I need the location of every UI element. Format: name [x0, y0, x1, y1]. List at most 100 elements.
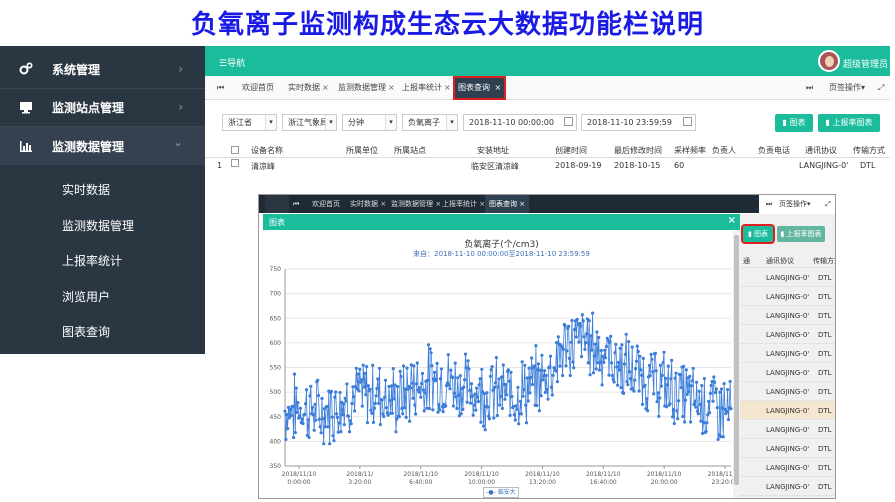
- data-point: [333, 395, 337, 399]
- fullscreen-icon[interactable]: ⤢: [878, 76, 884, 100]
- table-row[interactable]: LANGJING-0' DTL: [740, 439, 835, 458]
- tab-scroll-left-icon[interactable]: ⏮: [293, 195, 299, 213]
- row-checkbox[interactable]: [231, 159, 239, 167]
- column-header[interactable]: 最后修改时间: [614, 145, 662, 156]
- data-point: [646, 409, 650, 413]
- data-point: [543, 390, 547, 394]
- tab-report-rate[interactable]: 上报率统计 ×: [402, 76, 451, 100]
- close-icon[interactable]: ×: [728, 215, 736, 226]
- data-point: [448, 387, 452, 391]
- table-row[interactable]: 1 清凉峰 临安区清凉峰 2018-09-19 2018-10-15 60 LA…: [205, 158, 890, 178]
- data-point: [418, 386, 422, 390]
- table-row[interactable]: LANGJING-0' DTL: [740, 382, 835, 401]
- sidebar-item-system[interactable]: 系统管理 ›: [0, 50, 205, 88]
- tab-report-rate[interactable]: 上报率统计 ×: [442, 195, 485, 213]
- tab-welcome[interactable]: 欢迎首页: [312, 195, 340, 213]
- table-row[interactable]: LANGJING-0' DTL: [740, 477, 835, 496]
- column-header[interactable]: 设备名称: [251, 145, 283, 156]
- column-header[interactable]: 安装地址: [477, 145, 509, 156]
- column-header[interactable]: 通讯协议: [805, 145, 837, 156]
- interval-select[interactable]: 分钟 ▾: [342, 114, 397, 131]
- tab-realtime[interactable]: 实时数据 ×: [288, 76, 329, 100]
- province-select[interactable]: 浙江省 ▾: [222, 114, 277, 131]
- data-point: [719, 387, 724, 391]
- table-row[interactable]: LANGJING-0' DTL: [740, 420, 835, 439]
- chart-button[interactable]: ▮ 图表: [741, 224, 775, 244]
- cell-protocol: LANGJING-0': [766, 445, 810, 453]
- sidebar-item-data[interactable]: 监测数据管理 ⌄: [0, 127, 205, 165]
- avatar[interactable]: [818, 50, 840, 72]
- column-header[interactable]: 负责电话: [758, 145, 790, 156]
- chevron-down-icon: ▾: [446, 115, 457, 130]
- table-row[interactable]: LANGJING-0' DTL: [740, 401, 835, 420]
- report-chart-button[interactable]: ▮ 上报率图表: [777, 226, 825, 242]
- tab-welcome[interactable]: 欢迎首页: [242, 76, 274, 100]
- end-time-input[interactable]: 2018-11-10 23:59:59: [581, 114, 696, 131]
- nav-toggle[interactable]: ☰导航: [219, 56, 245, 69]
- chevron-down-icon: ▾: [265, 115, 276, 130]
- data-point: [660, 373, 664, 377]
- data-point: [337, 421, 341, 425]
- table-row[interactable]: LANGJING-0' DTL: [740, 363, 835, 382]
- close-icon[interactable]: ×: [444, 83, 451, 92]
- chart-button[interactable]: ▮ 图表: [775, 114, 813, 132]
- column-header[interactable]: 传输方式: [853, 145, 885, 156]
- user-name[interactable]: 超级管理员: [843, 57, 888, 70]
- tab-data-manage[interactable]: 监测数据管理 ×: [338, 76, 395, 100]
- sidebar-subitem-realtime[interactable]: 实时数据: [62, 181, 110, 198]
- column-header[interactable]: 创建时间: [555, 145, 587, 156]
- data-point: [486, 405, 490, 409]
- tab-scroll-left-icon[interactable]: ⏮: [217, 76, 224, 100]
- data-point: [610, 374, 614, 378]
- table-row[interactable]: LANGJING-0' DTL: [740, 287, 835, 306]
- column-header[interactable]: 采样频率: [674, 145, 706, 156]
- close-icon[interactable]: ×: [519, 200, 525, 208]
- cell-modified: 2018-10-15: [614, 161, 661, 170]
- column-header[interactable]: 负责人: [712, 145, 736, 156]
- tab-scroll-right-icon[interactable]: ⏭: [759, 195, 779, 213]
- monitor-icon: [18, 100, 34, 114]
- page-ops-dropdown[interactable]: 页签操作▾: [829, 76, 865, 100]
- page-ops-dropdown[interactable]: 页签操作▾: [779, 195, 819, 213]
- background-table: ▮ 图表 ▮ 上报率图表 通 通讯协议 传输方式 LANGJING-0'DTLL…: [740, 214, 835, 498]
- data-point: [369, 408, 373, 412]
- bureau-select[interactable]: 浙江气象局 ▾: [282, 114, 337, 131]
- column-header[interactable]: 所属单位: [346, 145, 378, 156]
- data-point: [572, 366, 576, 370]
- select-all-checkbox[interactable]: [231, 146, 239, 154]
- close-icon[interactable]: ×: [495, 83, 502, 92]
- close-icon[interactable]: ×: [388, 83, 395, 92]
- fullscreen-icon[interactable]: ⤢: [819, 195, 835, 213]
- tab-realtime[interactable]: 实时数据 ×: [350, 195, 386, 213]
- data-point: [441, 410, 445, 414]
- start-time-input[interactable]: 2018-11-10 00:00:00: [463, 114, 577, 131]
- tab-chart-query[interactable]: 图表查询 ×: [485, 195, 530, 213]
- table-row[interactable]: LANGJING-0' DTL: [740, 458, 835, 477]
- metric-select[interactable]: 负氧离子 ▾: [402, 114, 458, 131]
- tab-chart-query[interactable]: 图表查询 ×: [453, 76, 507, 100]
- data-point: [310, 405, 315, 409]
- data-point: [428, 347, 432, 351]
- sidebar-subitem-data-manage[interactable]: 监测数据管理: [62, 217, 134, 234]
- table-row[interactable]: LANGJING-0' DTL: [740, 268, 835, 287]
- data-point: [564, 364, 568, 368]
- close-icon[interactable]: ×: [380, 200, 386, 208]
- sidebar-subitem-chart-query[interactable]: 图表查询: [62, 323, 110, 340]
- sidebar-item-stations[interactable]: 监测站点管理 ›: [0, 88, 205, 126]
- tab-data-manage[interactable]: 监测数据管理 ×: [391, 195, 441, 213]
- sidebar-subitem-users[interactable]: 浏览用户: [62, 288, 110, 305]
- table-row[interactable]: LANGJING-0' DTL: [740, 344, 835, 363]
- data-point: [414, 382, 419, 386]
- legend[interactable]: -●- 临安大明: [483, 487, 519, 498]
- table-row[interactable]: LANGJING-0' DTL: [740, 325, 835, 344]
- report-chart-button[interactable]: ▮ 上报率图表: [818, 114, 880, 132]
- column-header[interactable]: 所属站点: [394, 145, 426, 156]
- sidebar-subitem-report-rate[interactable]: 上报率统计: [62, 252, 122, 269]
- close-icon[interactable]: ×: [435, 200, 441, 208]
- close-icon[interactable]: ×: [322, 83, 329, 92]
- table-row[interactable]: LANGJING-0' DTL: [740, 306, 835, 325]
- data-point: [500, 406, 504, 410]
- data-point: [311, 413, 315, 417]
- tab-scroll-right-icon[interactable]: ⏭: [806, 76, 813, 100]
- data-point: [348, 419, 352, 423]
